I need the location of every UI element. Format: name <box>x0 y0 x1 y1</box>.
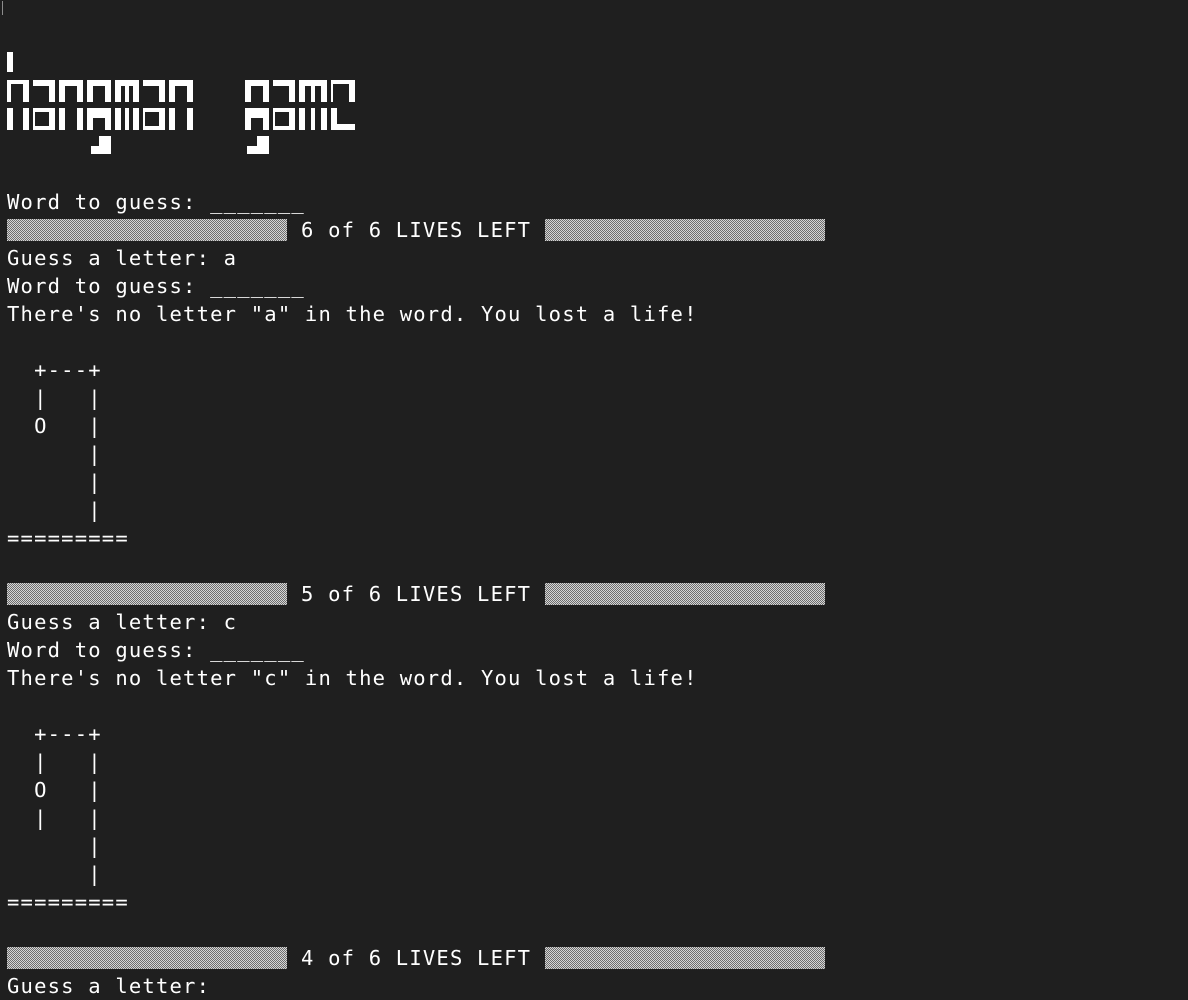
text-cursor <box>2 1 3 15</box>
lives-indicator: 6 of 6 LIVES LEFT <box>7 216 826 244</box>
word-to-guess-line: Word to guess: _______ <box>7 190 305 214</box>
lives-left-text: 4 of 6 LIVES LEFT <box>301 946 532 970</box>
shade-bar-left <box>7 947 287 969</box>
guess-prompt: Guess a letter: <box>7 974 211 998</box>
gallows-drawing: +---+ | | O | | | | | ========= <box>7 722 129 914</box>
gallows-drawing: +---+ | | O | | | | ========= <box>7 358 129 550</box>
terminal-output: Word to guess: _______ 6 of 6 LIVES LEFT… <box>7 188 826 1000</box>
word-to-guess-line: Word to guess: _______ <box>7 274 305 298</box>
guess-prompt: Guess a letter: a <box>7 246 238 270</box>
shade-bar-left <box>7 583 287 605</box>
shade-bar-right <box>545 219 826 241</box>
shade-bar-right <box>545 947 826 969</box>
shade-bar-right <box>545 583 826 605</box>
lives-indicator: 5 of 6 LIVES LEFT <box>7 580 826 608</box>
lives-indicator: 4 of 6 LIVES LEFT <box>7 944 826 972</box>
lives-left-text: 5 of 6 LIVES LEFT <box>301 582 532 606</box>
hangman-game-banner <box>7 52 355 154</box>
shade-bar-left <box>7 219 287 241</box>
word-to-guess-line: Word to guess: _______ <box>7 638 305 662</box>
result-message: There's no letter "a" in the word. You l… <box>7 302 698 326</box>
result-message: There's no letter "c" in the word. You l… <box>7 666 698 690</box>
guess-prompt: Guess a letter: c <box>7 610 238 634</box>
lives-left-text: 6 of 6 LIVES LEFT <box>301 218 532 242</box>
